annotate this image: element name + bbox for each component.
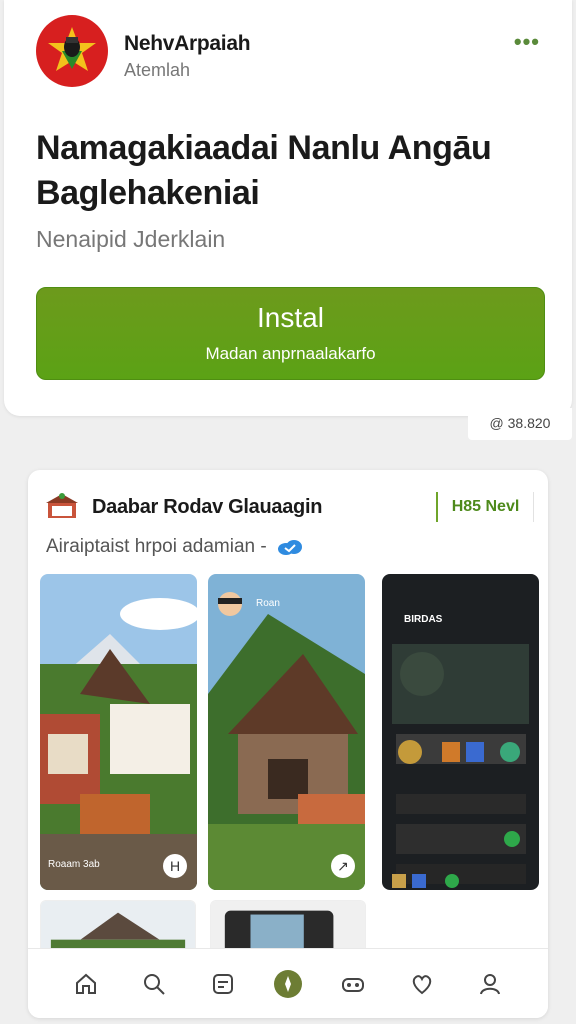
app-logo-icon (36, 15, 108, 87)
screenshot-gallery[interactable]: Roaam 3ab H Roan ↗ BIRDAS (40, 574, 539, 890)
library-icon[interactable] (206, 967, 240, 1001)
search-icon[interactable] (137, 967, 171, 1001)
screenshots-card: Daabar Rodav Glauaagin H85 Nevl Airaipta… (28, 470, 548, 1018)
screenshot-1-label: Roaam 3ab (48, 859, 100, 870)
bottom-navigation (28, 948, 548, 1018)
developer-subtitle: Atemlah (124, 60, 191, 80)
download-count: @ 38.820 (468, 408, 572, 440)
favorites-icon[interactable] (405, 967, 439, 1001)
more-options-button[interactable]: ••• (514, 31, 540, 53)
install-button[interactable]: Instal Madan anprnaalakarfo (36, 287, 545, 380)
app-title: Namagakiaadai Nanlu Angāu Baglehakeniai (36, 129, 492, 212)
screenshot-2-label: Roan (256, 598, 280, 609)
games-icon[interactable] (336, 967, 370, 1001)
app-subtitle: Nenaipid Jderklain (36, 226, 226, 252)
new-badge[interactable]: H85 Nevl (436, 492, 534, 522)
app-header-card: NehvArpaiah Atemlah ••• Namagakiaadai Na… (4, 0, 572, 416)
screenshot-2-action[interactable]: ↗ (331, 854, 355, 878)
screenshot-1-action[interactable]: H (163, 854, 187, 878)
cloud-icon (277, 540, 302, 555)
install-sublabel: Madan anprnaalakarfo (205, 344, 376, 363)
screenshot-2[interactable]: Roan ↗ (208, 574, 365, 890)
home-icon[interactable] (69, 967, 103, 1001)
screenshot-3[interactable]: BIRDAS (382, 574, 539, 890)
developer-name[interactable]: NehvArpaiah (124, 32, 251, 56)
section-caption: Airaiptaist hrpoi adamian - (46, 536, 303, 558)
install-label: Instal (257, 302, 324, 333)
section-caption-text: Airaiptaist hrpoi adamian - (46, 536, 267, 557)
temple-icon (46, 493, 78, 518)
explore-icon[interactable] (273, 969, 302, 998)
screenshot-3-label: BIRDAS (404, 614, 443, 625)
screenshot-1[interactable]: Roaam 3ab H (40, 574, 197, 890)
section-title: Daabar Rodav Glauaagin (92, 496, 323, 518)
profile-icon[interactable] (473, 967, 507, 1001)
